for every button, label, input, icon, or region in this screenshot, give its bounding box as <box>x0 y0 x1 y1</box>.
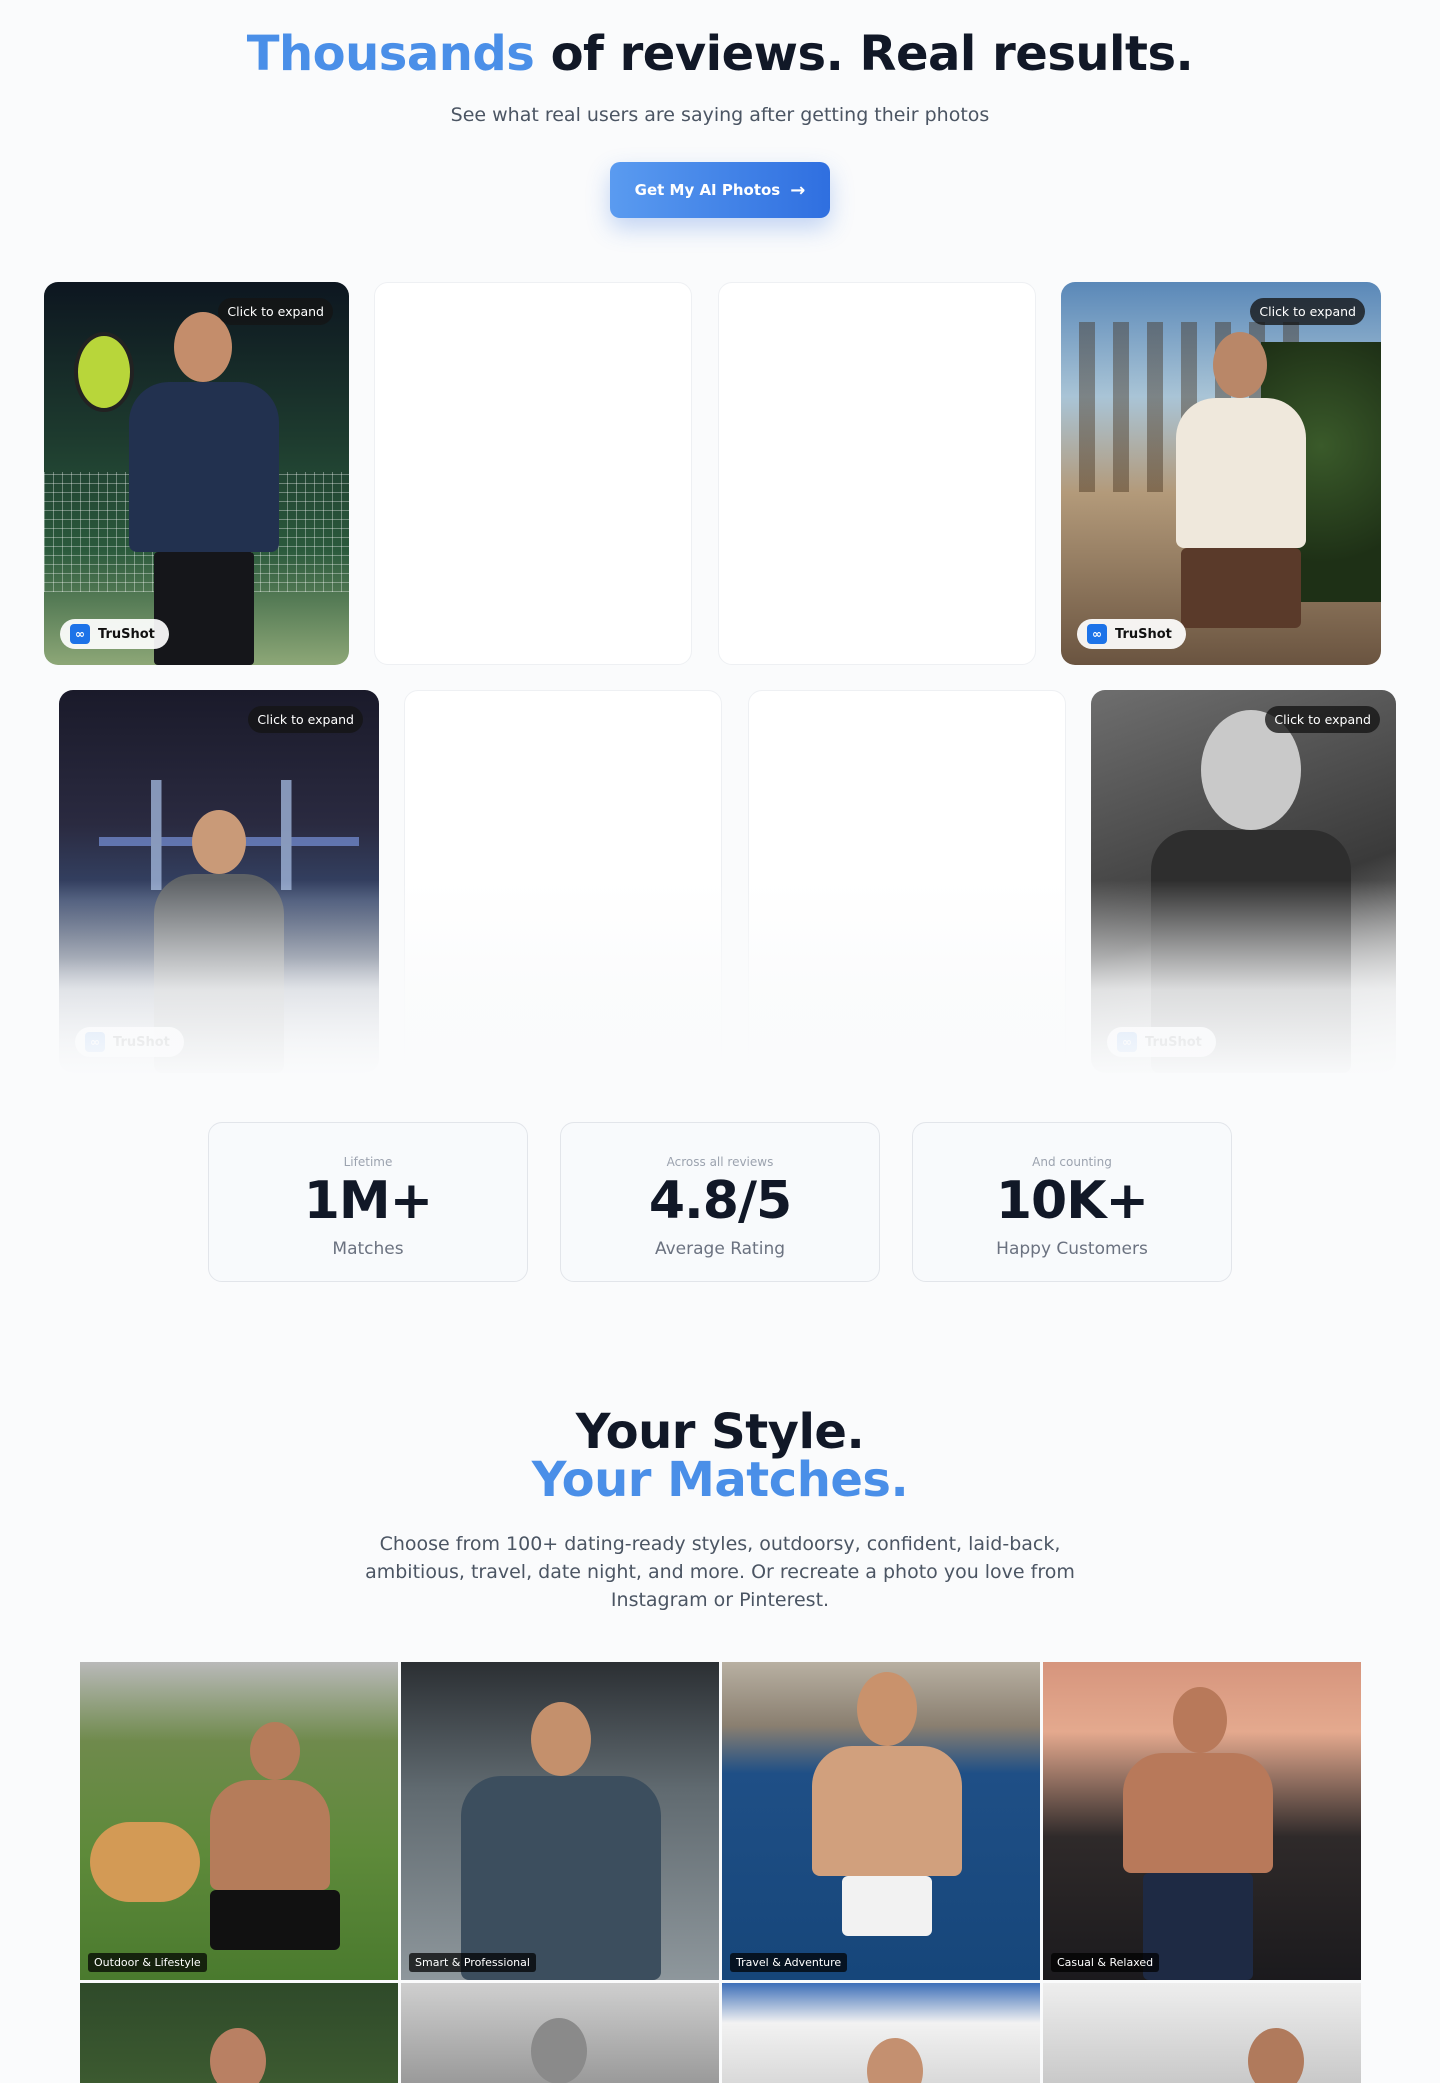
person-figure <box>1171 332 1311 665</box>
person-figure <box>812 1672 962 1952</box>
style-tile-label: Smart & Professional <box>409 1953 536 1972</box>
review-card-rome[interactable]: Click to expand ∞ TruShot <box>1061 282 1381 665</box>
brand-name: TruShot <box>1145 1034 1202 1050</box>
person-figure <box>119 312 289 665</box>
style-tile-casual[interactable]: Casual & Relaxed <box>1043 1662 1361 1980</box>
review-card-placeholder[interactable] <box>404 690 722 1073</box>
trushot-badge: ∞ TruShot <box>75 1027 184 1057</box>
click-to-expand-badge: Click to expand <box>1265 706 1380 733</box>
click-to-expand-badge: Click to expand <box>248 706 363 733</box>
brand-name: TruShot <box>113 1034 170 1050</box>
review-card-padel[interactable]: Click to expand ∞ TruShot <box>44 282 349 665</box>
person-figure <box>190 1722 350 1952</box>
review-card-placeholder[interactable] <box>718 282 1036 665</box>
trushot-badge: ∞ TruShot <box>1107 1027 1216 1057</box>
stat-value: 4.8/5 <box>648 1171 792 1231</box>
trushot-logo-icon: ∞ <box>85 1032 105 1052</box>
click-to-expand-badge: Click to expand <box>1250 298 1365 325</box>
trushot-badge: ∞ TruShot <box>1077 619 1186 649</box>
person-figure <box>1151 710 1351 1073</box>
hero-title: Thousands of reviews. Real results. <box>0 26 1440 82</box>
style-tile-label: Outdoor & Lifestyle <box>88 1953 207 1972</box>
page: Thousands of reviews. Real results. See … <box>0 0 1440 2083</box>
stat-label: Average Rating <box>654 1239 786 1259</box>
style-photo-casual <box>1043 1662 1361 1980</box>
style-tile[interactable] <box>80 1983 398 2083</box>
style-photo-professional <box>401 1662 719 1980</box>
brand-name: TruShot <box>98 626 155 642</box>
style-photo <box>401 1983 719 2083</box>
review-photo-colosseum <box>1061 282 1381 665</box>
stat-card-matches: Lifetime 1M+ Matches <box>208 1122 528 1282</box>
review-photo-bw-portrait <box>1091 690 1396 1073</box>
style-photo <box>80 1983 398 2083</box>
stat-label: Happy Customers <box>996 1239 1148 1259</box>
stat-caption: And counting <box>1032 1155 1112 1169</box>
trushot-logo-icon: ∞ <box>1087 624 1107 644</box>
style-tile[interactable] <box>401 1983 719 2083</box>
style-tile-outdoor[interactable]: Outdoor & Lifestyle <box>80 1662 398 1980</box>
stat-value: 1M+ <box>303 1171 434 1231</box>
styles-description: Choose from 100+ dating-ready styles, ou… <box>365 1533 1075 1611</box>
trushot-logo-icon: ∞ <box>1117 1032 1137 1052</box>
style-photo <box>1043 1983 1361 2083</box>
styles-title-line2: Your Matches. <box>531 1452 909 1508</box>
review-card-placeholder[interactable] <box>374 282 692 665</box>
padel-racket <box>74 332 134 412</box>
review-card-placeholder[interactable] <box>748 690 1066 1073</box>
stat-card-customers: And counting 10K+ Happy Customers <box>912 1122 1232 1282</box>
trushot-badge: ∞ TruShot <box>60 619 169 649</box>
review-card-portrait[interactable]: Click to expand ∞ TruShot <box>1091 690 1396 1073</box>
stat-caption: Across all reviews <box>666 1155 774 1169</box>
get-ai-photos-button[interactable]: Get My AI Photos → <box>610 162 830 218</box>
style-photo-outdoor <box>80 1662 398 1980</box>
stat-value: 10K+ <box>995 1171 1149 1231</box>
click-to-expand-badge: Click to expand <box>218 298 333 325</box>
style-tile-travel[interactable]: Travel & Adventure <box>722 1662 1040 1980</box>
cta-label: Get My AI Photos <box>634 181 781 199</box>
review-photo-tower-bridge <box>59 690 379 1073</box>
person-figure <box>461 1702 661 1980</box>
hero-title-rest: of reviews. Real results. <box>550 26 1194 82</box>
stat-card-rating: Across all reviews 4.8/5 Average Rating <box>560 1122 880 1282</box>
stat-label: Matches <box>332 1239 404 1259</box>
arrow-right-icon: → <box>790 179 806 201</box>
style-photo-travel <box>722 1662 1040 1980</box>
dog <box>90 1822 200 1902</box>
stat-caption: Lifetime <box>343 1155 393 1169</box>
style-tile-label: Travel & Adventure <box>730 1953 848 1972</box>
style-tile[interactable] <box>1043 1983 1361 2083</box>
hero-subtitle: See what real users are saying after get… <box>450 104 990 126</box>
style-photo <box>722 1983 1040 2083</box>
style-tile-label: Casual & Relaxed <box>1051 1953 1160 1972</box>
review-photo-padel <box>44 282 349 665</box>
person-figure <box>1113 1687 1283 1980</box>
style-tile-professional[interactable]: Smart & Professional <box>401 1662 719 1980</box>
brand-name: TruShot <box>1115 626 1172 642</box>
trushot-logo-icon: ∞ <box>70 624 90 644</box>
style-tile[interactable] <box>722 1983 1040 2083</box>
review-card-london[interactable]: Click to expand ∞ TruShot <box>59 690 379 1073</box>
hero-title-accent: Thousands <box>246 26 535 82</box>
